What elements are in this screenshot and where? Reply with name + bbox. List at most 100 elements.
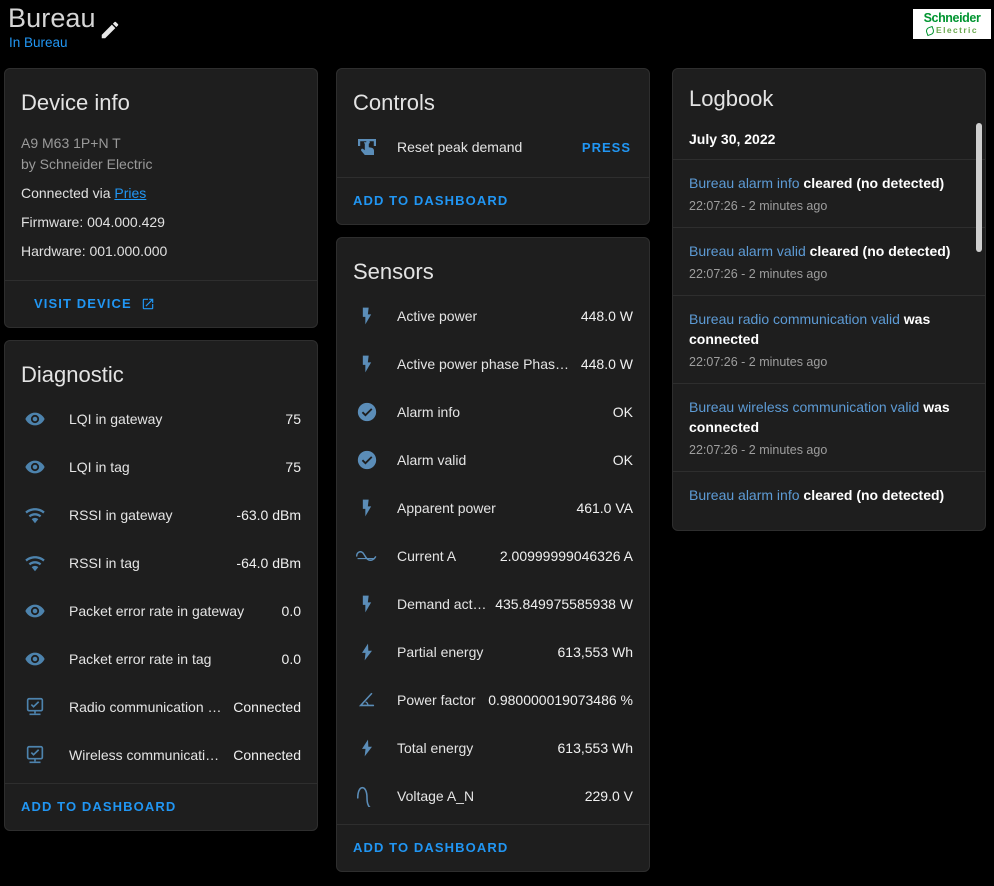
brand-name-primary: Schneider [923,11,981,25]
column-middle: Controls Reset peak demand PRESS ADD TO … [336,68,650,884]
sensor-row: Apparent power 461.0 VA [349,484,633,532]
sensor-value: 2.00999999046326 A [499,548,633,564]
device-info-card: Device info A9 M63 1P+N T by Schneider E… [4,68,318,328]
sensor-value: 461.0 VA [576,500,633,516]
diagnostic-add-to-dashboard-button[interactable]: ADD TO DASHBOARD [5,784,317,830]
diagnostic-row: LQI in gateway 75 [17,395,301,443]
sensor-value: 435.849975585938 W [495,596,633,612]
logbook-entry-head: Bureau alarm info cleared (no detected) [689,485,963,505]
sensors-add-to-dashboard-button[interactable]: ADD TO DASHBOARD [337,825,649,871]
controls-title: Controls [353,90,435,115]
logbook-date-header: July 30, 2022 [689,131,776,147]
sensor-row: Demand acti… 435.849975585938 W [349,580,633,628]
sensor-label: Apparent power [397,500,496,516]
sine-wave-icon [349,782,385,810]
control-row: Reset peak demand PRESS [349,123,633,171]
logbook-entry-subject: Bureau wireless communication valid [689,399,924,415]
logbook-entry-time: 22:07:26 - 2 minutes ago [689,443,828,457]
diagnostic-label: Radio communication v… [69,699,229,715]
logbook-entry-time: 22:07:26 - 2 minutes ago [689,355,828,369]
sensor-row: Power factor 0.980000019073486 % [349,676,633,724]
logbook-entry-time: 21:42:32 - 27 minutes ago [689,510,963,511]
bolt-filled-icon [349,350,385,378]
logbook-entry-head: Bureau alarm valid cleared (no detected) [689,241,963,261]
sensor-label: Active power [397,308,478,324]
diagnostic-label: RSSI in gateway [69,507,173,523]
logbook-scroll-area[interactable]: July 30, 2022 Bureau alarm info cleared … [673,119,985,511]
diagnostic-label: Wireless communicatio… [69,747,227,763]
diagnostic-label: LQI in gateway [69,411,163,427]
controls-add-to-dashboard-button[interactable]: ADD TO DASHBOARD [337,178,649,224]
sensor-row: Partial energy 613,553 Wh [349,628,633,676]
bolt-filled-icon [349,302,385,330]
logbook-entry[interactable]: Bureau radio communication valid was con… [673,295,985,383]
brand-mark-icon [924,25,936,36]
sensors-card: Sensors Active power 448.0 W Active powe… [336,237,650,872]
sensor-row: Current A 2.00999999046326 A [349,532,633,580]
page-title-wrap: Bureau [8,2,96,34]
bolt-outline-icon [349,734,385,762]
visit-device-button[interactable]: VISIT DEVICE [5,281,317,327]
sensor-label: Voltage A_N [397,788,475,804]
sensor-label: Active power phase Phase… [397,356,577,372]
logbook-scrollbar[interactable] [976,123,982,461]
sensor-value: OK [612,404,633,420]
diagnostic-row: RSSI in gateway -63.0 dBm [17,491,301,539]
sensor-value: OK [612,452,633,468]
sensor-label: Alarm valid [397,452,467,468]
page-title: Bureau [8,3,96,33]
wifi-icon [17,501,53,529]
eye-icon [17,453,53,481]
sensors-rows: Active power 448.0 W Active power phase … [337,290,649,824]
logbook-entry[interactable]: Bureau alarm valid cleared (no detected)… [673,227,985,295]
sensor-label: Alarm info [397,404,461,420]
bolt-filled-icon [349,590,385,618]
logbook-entry-subject: Bureau alarm info [689,175,804,191]
check-circle-icon [349,446,385,474]
pencil-icon [101,21,119,39]
logbook-scrollbar-thumb[interactable] [976,123,982,252]
sensors-title: Sensors [353,259,434,284]
column-right: Logbook July 30, 2022 Bureau alarm info … [672,68,986,531]
device-firmware: Firmware: 004.000.429 [21,214,165,230]
diagnostic-value: 0.0 [281,651,301,667]
current-wave-icon [349,542,385,570]
logbook-entry-subject: Bureau alarm info [689,487,804,503]
edit-name-button[interactable] [92,12,128,48]
diagnostic-row: Wireless communicatio… Connected [17,731,301,779]
visit-device-label: VISIT DEVICE [34,296,132,311]
wifi-icon [17,549,53,577]
control-press-button[interactable]: PRESS [582,140,633,155]
sensor-value: 613,553 Wh [557,740,634,756]
device-connection-prefix: Connected via [21,185,115,201]
schneider-electric-logo: Schneider Electric [913,9,991,39]
logbook-entry[interactable]: Bureau wireless communication valid was … [673,383,985,471]
diagnostic-row: Radio communication v… Connected [17,683,301,731]
diagnostic-value: Connected [233,747,301,763]
device-hardware: Hardware: 001.000.000 [21,243,168,259]
sensor-value: 448.0 W [580,356,633,372]
eye-icon [17,405,53,433]
logbook-entry[interactable]: Bureau alarm info cleared (no detected) … [673,471,985,511]
diagnostic-row: RSSI in tag -64.0 dBm [17,539,301,587]
sensor-value: 229.0 V [584,788,633,804]
angle-icon [349,686,385,714]
logbook-entry-time: 22:07:26 - 2 minutes ago [689,199,828,213]
sensor-row: Alarm info OK [349,388,633,436]
controls-card: Controls Reset peak demand PRESS ADD TO … [336,68,650,225]
device-connection-link[interactable]: Pries [114,185,146,201]
logbook-entry-subject: Bureau alarm valid [689,243,810,259]
breadcrumb[interactable]: In Bureau [9,35,68,50]
control-label: Reset peak demand [397,139,523,155]
sensor-row: Alarm valid OK [349,436,633,484]
monitor-check-icon [17,741,53,769]
sensor-label: Demand acti… [397,596,490,612]
brand-secondary-text: Electric [936,25,978,35]
logbook-entry-head: Bureau radio communication valid was con… [689,309,963,349]
logbook-entry-event: cleared (no detected) [803,175,945,191]
diagnostic-value: -64.0 dBm [236,555,301,571]
monitor-check-icon [17,693,53,721]
logbook-entry[interactable]: Bureau alarm info cleared (no detected) … [673,159,985,227]
page-header: Bureau In Bureau Schneider Electric [0,0,994,62]
bolt-filled-icon [349,494,385,522]
